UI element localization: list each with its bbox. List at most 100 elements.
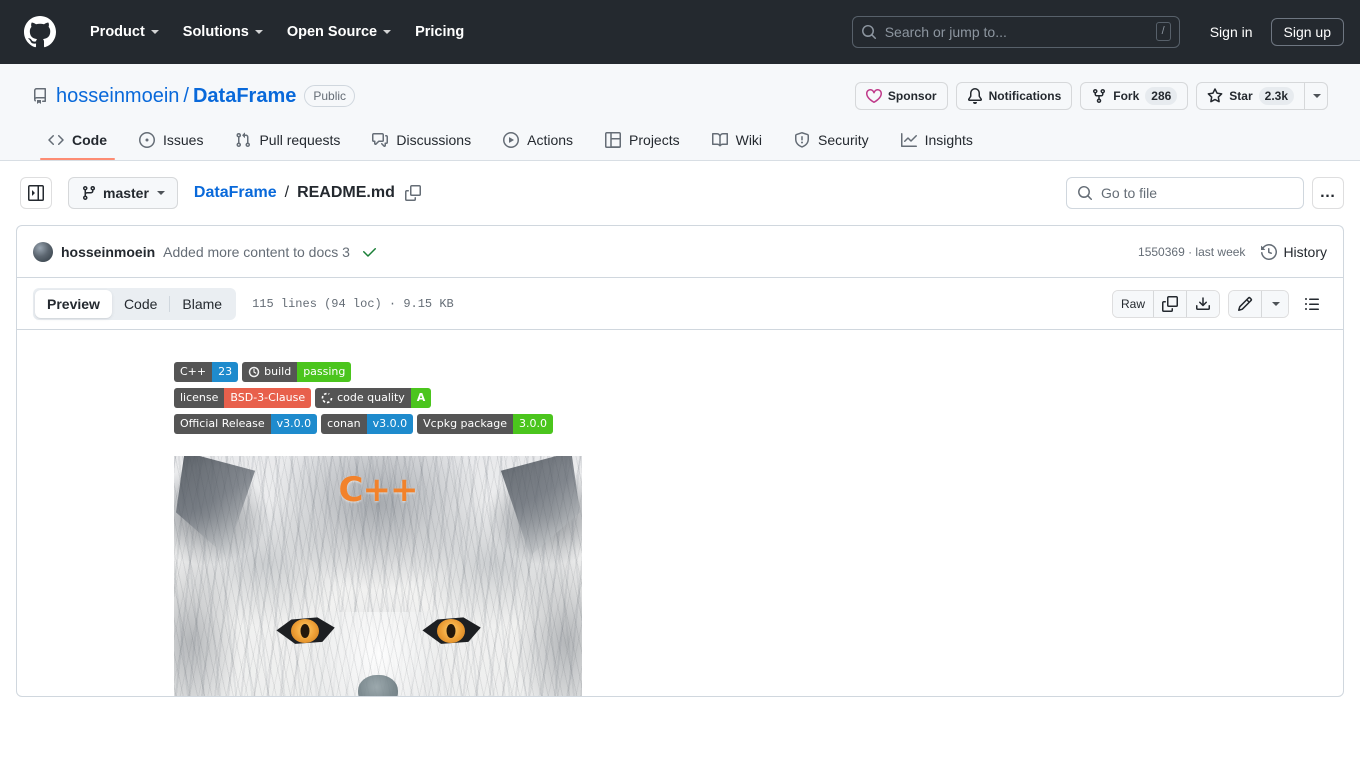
- nav-item-solutions[interactable]: Solutions: [171, 16, 275, 48]
- view-blame-button[interactable]: Blame: [170, 290, 234, 318]
- badge-code-quality[interactable]: code quality A: [315, 388, 432, 408]
- badge-list: C++ 23 build passing license BSD-3-Claus…: [17, 362, 1343, 434]
- triangle-down-icon: [1272, 301, 1280, 306]
- tab-insights[interactable]: Insights: [885, 124, 989, 160]
- tab-label: Security: [818, 132, 869, 148]
- branch-selector-button[interactable]: master: [68, 177, 178, 209]
- copy-raw-button[interactable]: [1153, 290, 1186, 317]
- repository-tabs: Code Issues Pull requests Discussions Ac: [32, 124, 1328, 160]
- view-code-button[interactable]: Code: [112, 290, 169, 318]
- file-toolbar: Preview Code Blame 115 lines (94 loc) · …: [17, 278, 1343, 330]
- badge-vcpkg[interactable]: Vcpkg package 3.0.0: [417, 414, 553, 434]
- badge-build-status[interactable]: build passing: [242, 362, 352, 382]
- file-toolbar-actions: Raw: [1111, 289, 1327, 318]
- travis-icon: [248, 366, 260, 378]
- chevron-down-icon: [383, 29, 392, 34]
- file-outline-button[interactable]: [1297, 290, 1327, 318]
- tab-actions[interactable]: Actions: [487, 124, 589, 160]
- tab-security[interactable]: Security: [778, 124, 885, 160]
- view-preview-button[interactable]: Preview: [35, 289, 112, 318]
- fork-button[interactable]: Fork 286: [1080, 82, 1189, 110]
- tab-discussions[interactable]: Discussions: [356, 124, 487, 160]
- chevron-down-icon: [150, 29, 159, 34]
- tab-label: Code: [72, 132, 107, 148]
- tab-wiki[interactable]: Wiki: [696, 124, 778, 160]
- book-icon: [711, 132, 728, 148]
- sidebar-toggle-button[interactable]: [20, 177, 52, 209]
- badge-row: Official Release v3.0.0 conan v3.0.0 Vcp…: [174, 414, 1343, 434]
- dataframe-wolf-logo: C++: [174, 456, 582, 696]
- history-label: History: [1283, 243, 1327, 260]
- star-dropdown-button[interactable]: [1304, 82, 1328, 110]
- codefactor-icon: [321, 392, 333, 404]
- tab-pull-requests[interactable]: Pull requests: [219, 124, 356, 160]
- download-button[interactable]: [1186, 290, 1219, 317]
- wolf-nose: [358, 675, 398, 696]
- badge-conan[interactable]: conan v3.0.0: [321, 414, 414, 434]
- readme-rendered-content: C++ 23 build passing license BSD-3-Claus…: [17, 330, 1343, 696]
- commit-hash-and-time[interactable]: 1550369 · last week: [1138, 245, 1245, 259]
- global-search-input[interactable]: Search or jump to... /: [851, 15, 1180, 48]
- sign-up-button[interactable]: Sign up: [1270, 17, 1344, 46]
- nav-item-label: Pricing: [415, 23, 465, 40]
- more-options-button[interactable]: …: [1312, 177, 1344, 209]
- global-header: Product Solutions Open Source Pricing Se…: [0, 0, 1360, 64]
- commit-message[interactable]: Added more content to docs 3: [163, 244, 350, 260]
- badge-official-release[interactable]: Official Release v3.0.0: [174, 414, 318, 434]
- breadcrumb-root-link[interactable]: DataFrame: [194, 184, 277, 202]
- copy-path-icon[interactable]: [404, 185, 421, 201]
- search-shortcut-key: /: [1155, 22, 1171, 41]
- table-icon: [605, 132, 622, 148]
- repository-title-row: hosseinmoein / DataFrame Public Sponsor …: [32, 80, 1328, 112]
- file-navigation-bar: master DataFrame / README.md Go to file …: [0, 161, 1360, 225]
- cpp-overlay-text: C++: [338, 470, 419, 510]
- nav-item-pricing[interactable]: Pricing: [403, 16, 476, 48]
- sponsor-button[interactable]: Sponsor: [854, 82, 948, 110]
- list-unordered-icon: [1305, 297, 1319, 310]
- repo-name-link[interactable]: DataFrame: [193, 85, 296, 108]
- play-icon: [503, 132, 520, 148]
- hero-image-wrapper: C++: [17, 456, 1343, 696]
- tab-label: Insights: [924, 132, 973, 148]
- repo-path-separator: /: [183, 84, 189, 107]
- tab-code[interactable]: Code: [32, 124, 123, 160]
- go-to-file-input[interactable]: Go to file: [1066, 177, 1304, 209]
- tab-label: Wiki: [735, 132, 763, 148]
- commit-author-link[interactable]: hosseinmoein: [61, 244, 155, 260]
- badge-license[interactable]: license BSD-3-Clause: [174, 388, 312, 408]
- nav-item-label: Solutions: [182, 23, 249, 40]
- nav-item-open-source[interactable]: Open Source: [275, 16, 403, 48]
- tab-issues[interactable]: Issues: [123, 124, 219, 160]
- repo-visibility-badge: Public: [304, 85, 356, 107]
- notifications-button[interactable]: Notifications: [955, 82, 1073, 110]
- go-to-file-placeholder: Go to file: [1101, 185, 1158, 201]
- git-branch-icon: [82, 186, 95, 201]
- pencil-icon: [1237, 296, 1253, 311]
- commit-history-link[interactable]: History: [1261, 244, 1327, 260]
- star-button[interactable]: Star 2.3k: [1196, 82, 1305, 110]
- repo-owner-link[interactable]: hosseinmoein: [56, 85, 179, 108]
- raw-actions-group: Raw: [1111, 289, 1220, 318]
- commit-meta-group: 1550369 · last week History: [1138, 244, 1327, 260]
- repository-actions: Sponsor Notifications Fork 286 Star 2.3k: [854, 82, 1328, 110]
- issue-opened-icon: [139, 132, 155, 148]
- raw-button[interactable]: Raw: [1112, 290, 1153, 317]
- nav-item-product[interactable]: Product: [78, 16, 171, 48]
- tab-projects[interactable]: Projects: [589, 124, 696, 160]
- fork-label: Fork: [1113, 89, 1140, 103]
- repo-book-icon: [32, 88, 48, 104]
- sign-in-link[interactable]: Sign in: [1196, 18, 1267, 46]
- sidebar-expand-icon: [28, 185, 44, 201]
- edit-file-button[interactable]: [1229, 290, 1261, 317]
- star-icon: [1207, 88, 1223, 103]
- badge-label: Official Release: [174, 414, 271, 434]
- edit-dropdown-button[interactable]: [1261, 290, 1288, 317]
- badge-value: passing: [297, 362, 352, 382]
- file-view-switcher: Preview Code Blame: [33, 287, 237, 320]
- badge-cpp-standard[interactable]: C++ 23: [174, 362, 239, 382]
- check-icon[interactable]: [362, 244, 378, 260]
- nav-item-label: Open Source: [286, 23, 378, 40]
- badge-label: build: [264, 365, 292, 378]
- github-mark-icon[interactable]: [24, 15, 56, 48]
- tab-label: Discussions: [396, 132, 472, 148]
